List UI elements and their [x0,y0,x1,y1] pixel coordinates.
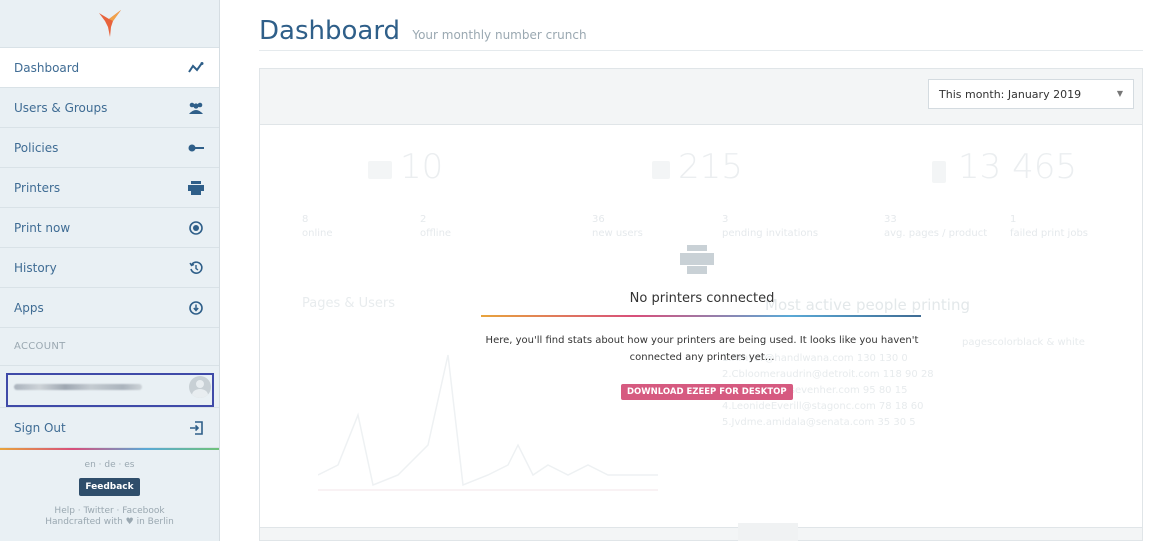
history-icon [187,259,205,277]
dashboard-panel: This month: January 2019 ▼ 10 215 13 465… [259,68,1143,541]
sidebar-footer: en · de · es Feedback Help · Twitter · F… [0,450,219,528]
empty-state-text: Here, you'll find stats about how your p… [485,335,919,363]
sidebar-item-label: Users & Groups [14,100,108,115]
stat-failed: 1 failed print jobs [1010,214,1089,239]
users-icon [187,99,205,117]
empty-printer-icon [680,245,714,274]
chevron-down-icon: ▼ [1116,89,1123,98]
pages-users-title: Pages & Users [302,296,396,311]
pages-stat-icon [652,161,670,179]
key-icon [187,139,205,157]
sidebar-item-policies[interactable]: Policies [0,128,219,168]
sidebar-item-printers[interactable]: Printers [0,168,219,208]
account-section-label: ACCOUNT [0,328,219,366]
stat-avg-pages: 33 avg. pages / product [884,214,988,239]
sidebar-item-users-groups[interactable]: Users & Groups [0,88,219,128]
blurred-username [14,383,142,390]
month-select[interactable]: This month: January 2019 ▼ [928,79,1134,109]
sign-out-button[interactable]: Sign Out [0,408,219,448]
main-content: Dashboard Your monthly number crunch Thi… [221,0,1153,541]
stat-pending: 3 pending invitations [722,214,819,239]
language-switcher[interactable]: en · de · es [0,460,219,470]
sidebar-item-apps[interactable]: Apps [0,288,219,328]
printer-stat-icon [368,161,392,179]
sidebar-item-label: History [14,260,57,275]
download-ezeep-button[interactable]: DOWNLOAD EZEEP FOR DESKTOP [621,384,793,400]
sidebar: Dashboard Users & Groups Policies Printe… [0,0,220,541]
feedback-button[interactable]: Feedback [79,478,140,496]
sidebar-item-history[interactable]: History [0,248,219,288]
target-icon [187,219,205,237]
stat-online: 8 online [302,214,333,239]
page-subtitle: Your monthly number crunch [412,28,587,42]
empty-state-divider [481,315,921,317]
page-title-text: Dashboard [259,16,401,46]
credit-text: Handcrafted with ♥ in Berlin [45,517,174,527]
title-divider [259,50,1143,51]
sidebar-item-print-now[interactable]: Print now [0,208,219,248]
empty-state-title: No printers connected [629,291,775,306]
stat-pages: 13 465 [958,147,1077,187]
social-links[interactable]: Help · Twitter · Facebook [0,506,219,517]
month-select-value: This month: January 2019 [939,87,1082,101]
stats-area: 10 215 13 465 8 online 2 offline 36 new use… [260,125,1142,528]
printer-icon [187,179,205,197]
avatar [189,375,211,398]
stat-new-users: 36 new users [592,214,643,239]
sidebar-item-label: Apps [14,300,44,315]
hummingbird-logo[interactable] [0,0,219,48]
page-title: Dashboard Your monthly number crunch [259,16,587,46]
footer-links: Help · Twitter · Facebook Handcrafted wi… [0,506,219,528]
sidebar-item-label: Print now [14,220,71,235]
download-icon [187,299,205,317]
document-stat-icon [932,161,946,183]
account-user-row[interactable] [0,366,219,408]
stat-printers: 10 [400,147,444,187]
stat-users: 215 [678,147,743,187]
sign-out-icon [187,419,205,437]
sidebar-item-label: Dashboard [14,60,80,75]
panel-header: This month: January 2019 ▼ [260,69,1142,125]
activity-icon [187,59,205,77]
sidebar-item-label: Printers [14,180,61,195]
sidebar-item-label: Policies [14,140,59,155]
partial-card [738,523,798,541]
sign-out-label: Sign Out [14,420,66,435]
sidebar-item-dashboard[interactable]: Dashboard [0,48,219,88]
stat-offline: 2 offline [420,214,452,239]
